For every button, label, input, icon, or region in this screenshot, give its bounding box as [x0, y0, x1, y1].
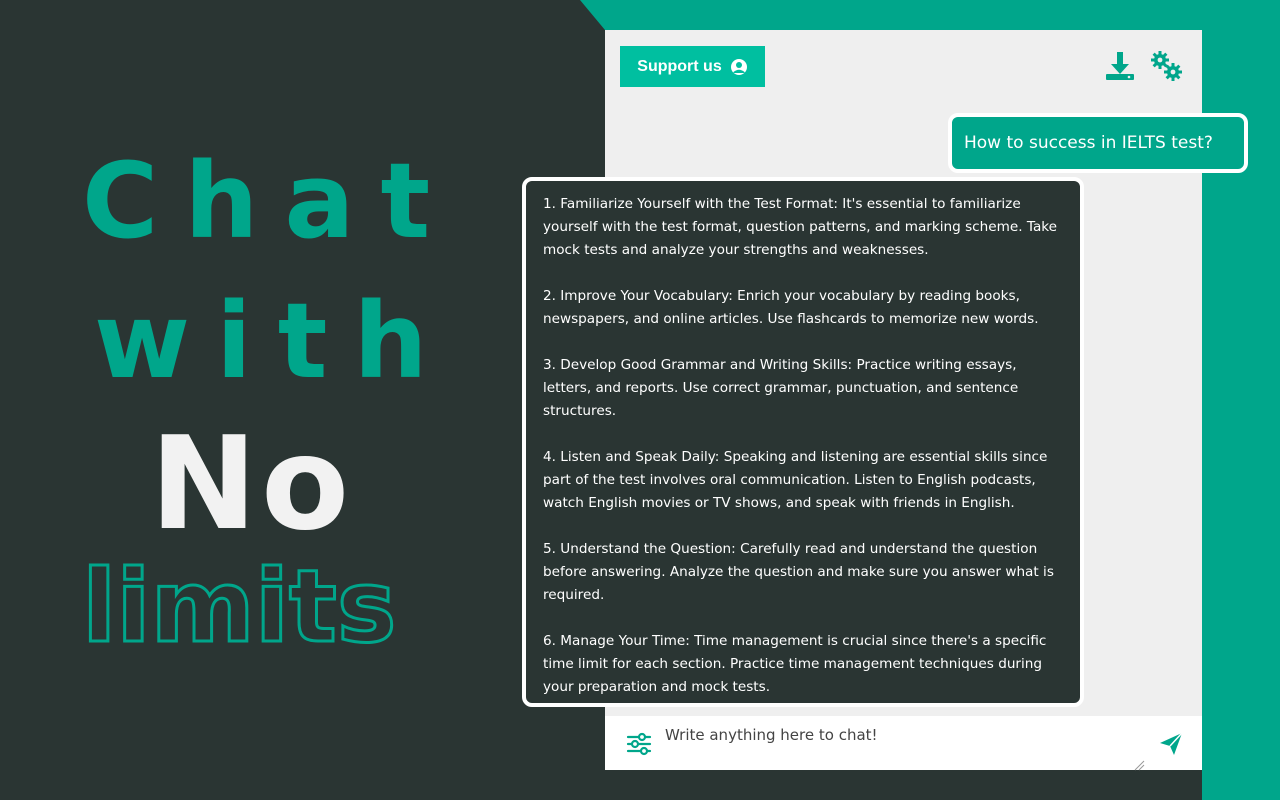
- bot-paragraph: 5. Understand the Question: Carefully re…: [543, 541, 1054, 603]
- hero-line-limits: limits: [80, 547, 397, 667]
- chat-header: Support us: [605, 30, 1202, 100]
- chat-input[interactable]: [665, 722, 1150, 766]
- hero-line-with: with: [94, 280, 454, 402]
- support-us-button[interactable]: Support us: [620, 46, 765, 87]
- support-us-label: Support us: [637, 57, 722, 75]
- user-message-text: How to success in IELTS test?: [964, 133, 1213, 153]
- bot-paragraph: 4. Listen and Speak Daily: Speaking and …: [543, 449, 1048, 511]
- bot-message-bubble: 1. Familiarize Yourself with the Test Fo…: [522, 177, 1084, 707]
- sliders-icon[interactable]: [625, 730, 653, 758]
- hero-line-no: No: [150, 410, 354, 559]
- user-message-bubble: How to success in IELTS test?: [948, 113, 1248, 173]
- user-circle-icon: [730, 58, 748, 76]
- bot-paragraph: 3. Develop Good Grammar and Writing Skil…: [543, 357, 1019, 419]
- bot-paragraph: 1. Familiarize Yourself with the Test Fo…: [543, 196, 1058, 258]
- gears-icon[interactable]: [1148, 48, 1184, 84]
- resize-grip-icon[interactable]: [1133, 756, 1145, 771]
- download-icon[interactable]: [1102, 48, 1138, 84]
- hero-line-chat: Chat: [82, 140, 457, 262]
- bot-paragraph: 6. Manage Your Time: Time management is …: [543, 633, 1047, 695]
- send-icon[interactable]: [1157, 730, 1185, 758]
- bot-paragraph: 2. Improve Your Vocabulary: Enrich your …: [543, 288, 1039, 327]
- composer-bar: [605, 716, 1202, 771]
